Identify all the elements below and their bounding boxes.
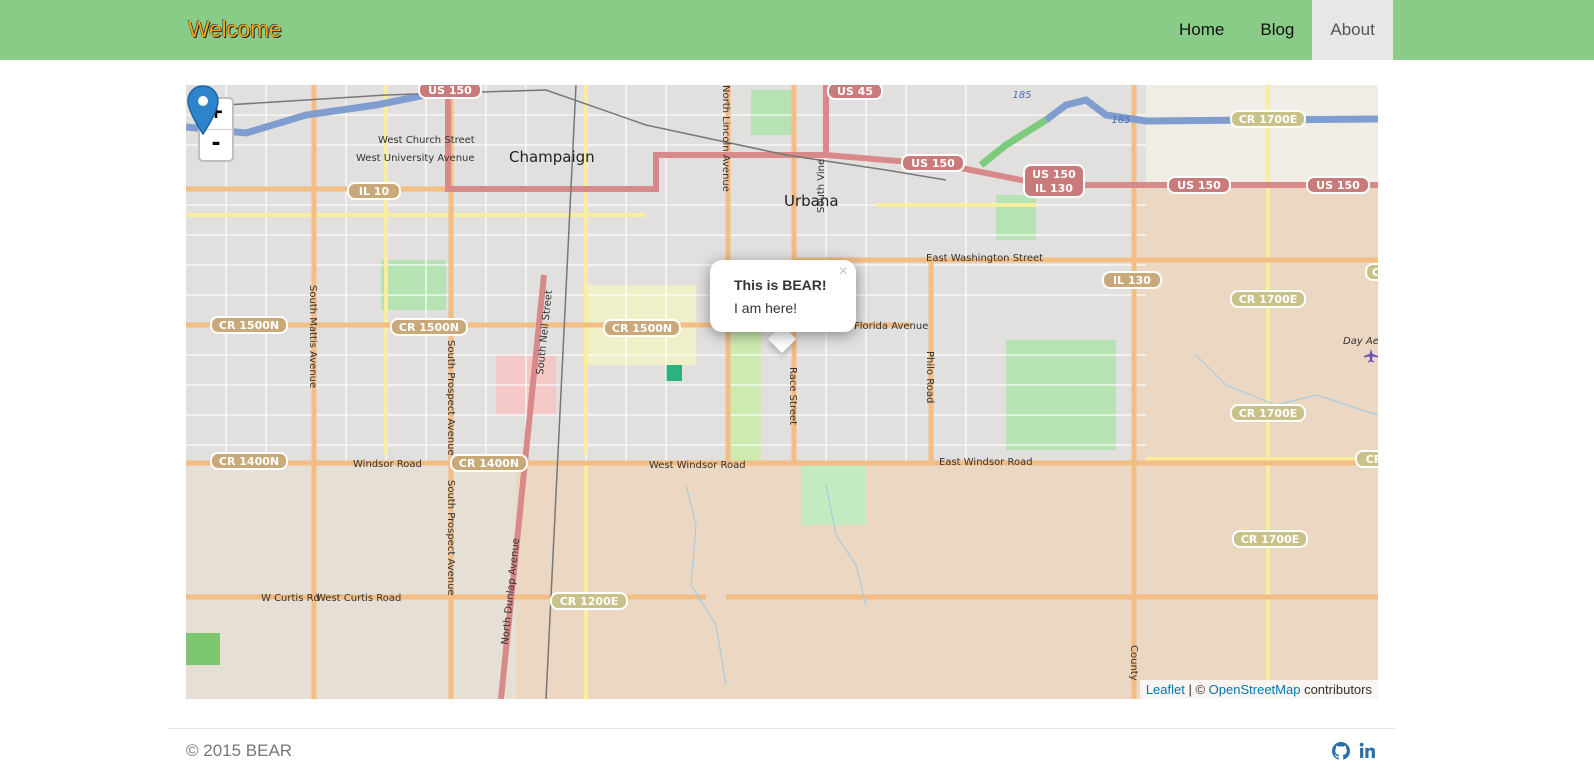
svg-text:CR 1700E: CR 1700E (1239, 113, 1298, 126)
map-attribution: Leaflet | © OpenStreetMap contributors (1139, 680, 1378, 699)
nav-blog[interactable]: Blog (1242, 0, 1312, 60)
svg-text:US 150: US 150 (1032, 168, 1076, 181)
shield-us150-e: US 150 (1306, 176, 1370, 194)
svg-text:CR 1700E: CR 1700E (1241, 533, 1300, 546)
shield-il10: IL 10 (347, 182, 401, 200)
svg-text:US 45: US 45 (837, 85, 873, 98)
shield-us150-a: US 150 (418, 85, 482, 99)
linkedin-icon[interactable] (1359, 742, 1376, 759)
popup-close-button[interactable]: × (839, 263, 848, 281)
shield-cr1500n-a: CR 1500N (210, 316, 288, 334)
shield-cr1500n-b: CR 1500N (390, 318, 468, 336)
svg-text:IL 10: IL 10 (359, 185, 390, 198)
label-south-prospect: South Prospect Avenue (445, 340, 456, 456)
footer-copyright: © 2015 BEAR (186, 741, 293, 760)
svg-text:CR 1700E: CR 1700E (1239, 293, 1298, 306)
svg-text:CR: CR (1366, 453, 1378, 466)
svg-text:CR 1500N: CR 1500N (399, 321, 459, 334)
popup-title: This is BEAR! (734, 277, 827, 293)
shield-cr1700e-d: CR 1700E (1232, 530, 1308, 548)
map-popup: × This is BEAR! I am here! (710, 260, 856, 332)
label-county: County (1128, 645, 1139, 681)
label-philo: Philo Road (924, 351, 935, 403)
shield-cr1400n-a: CR 1400N (210, 452, 288, 470)
navbar: Welcome Home Blog About (0, 0, 1594, 60)
label-south-vine: South Vine (816, 159, 827, 213)
footer-divider (168, 728, 1395, 729)
label-east-windsor: East Windsor Road (939, 457, 1033, 468)
nav-home[interactable]: Home (1161, 0, 1242, 60)
label-west-church: West Church Street (378, 135, 475, 146)
leaflet-link[interactable]: Leaflet (1146, 682, 1185, 697)
svg-text:US 150: US 150 (1316, 179, 1360, 192)
popup-text: I am here! (734, 300, 798, 316)
label-urbana: Urbana (784, 192, 839, 210)
main-nav: Home Blog About (1161, 0, 1393, 60)
label-w-curtis: W Curtis Rd (261, 593, 320, 604)
osm-link[interactable]: OpenStreetMap (1209, 682, 1301, 697)
shield-us150-d: US 150 (1167, 176, 1231, 194)
map-tiles[interactable]: Champaign Urbana West Church Street West… (186, 85, 1378, 699)
brand-link[interactable]: Welcome (188, 16, 282, 43)
attribution-separator: | © (1184, 682, 1209, 697)
label-west-windsor: West Windsor Road (649, 460, 746, 471)
svg-text:CR 1500N: CR 1500N (612, 322, 672, 335)
label-florida: Florida Avenue (854, 321, 928, 332)
label-east-washington: East Washington Street (926, 253, 1043, 264)
svg-text:US 150: US 150 (428, 85, 472, 97)
label-north-lincoln: North Lincoln Avenue (720, 85, 731, 192)
shield-i185-a: 185 (1012, 90, 1031, 101)
svg-text:C: C (1372, 266, 1378, 279)
nav-about[interactable]: About (1312, 0, 1393, 60)
attribution-suffix: contributors (1300, 682, 1372, 697)
label-west-university: West University Avenue (356, 153, 475, 164)
svg-text:IL 130: IL 130 (1113, 274, 1151, 287)
shield-us150-b: US 150 (901, 154, 965, 172)
svg-text:CR 1200E: CR 1200E (560, 595, 619, 608)
shield-i185-b: 185 (1111, 115, 1130, 126)
svg-text:US 150: US 150 (1177, 179, 1221, 192)
shield-us150-il130: US 150IL 130 (1023, 164, 1085, 198)
shield-cr1700e-b: CR 1700E (1230, 290, 1306, 308)
map-container[interactable]: Champaign Urbana West Church Street West… (186, 85, 1378, 699)
shield-us45: US 45 (827, 85, 883, 100)
shield-il130-b: IL 130 (1102, 271, 1162, 289)
map-marker-icon[interactable] (186, 85, 220, 135)
label-west-curtis: West Curtis Road (316, 593, 401, 604)
svg-text:CR 1500N: CR 1500N (219, 319, 279, 332)
shield-c-edge: C (1365, 263, 1378, 281)
shield-cr1500n-c: CR 1500N (603, 319, 681, 337)
label-day-aero: Day Aero (1343, 336, 1378, 347)
svg-text:IL 130: IL 130 (1035, 182, 1073, 195)
label-south-mattis: South Mattis Avenue (307, 285, 318, 388)
label-race: Race Street (787, 367, 798, 425)
label-champaign: Champaign (509, 148, 595, 166)
label-south-prospect-2: South Prospect Avenue (445, 480, 456, 596)
github-icon[interactable] (1332, 742, 1350, 760)
shield-cr1700e-c: CR 1700E (1230, 404, 1306, 422)
shield-cr1200e: CR 1200E (550, 592, 628, 610)
shield-cr-edge: CR (1355, 450, 1378, 468)
shield-cr1400n-b: CR 1400N (450, 454, 528, 472)
svg-text:CR 1700E: CR 1700E (1239, 407, 1298, 420)
svg-text:US 150: US 150 (911, 157, 955, 170)
label-windsor: Windsor Road (353, 459, 422, 470)
shield-cr1700e-a: CR 1700E (1230, 110, 1306, 128)
svg-text:CR 1400N: CR 1400N (459, 457, 519, 470)
svg-text:CR 1400N: CR 1400N (219, 455, 279, 468)
